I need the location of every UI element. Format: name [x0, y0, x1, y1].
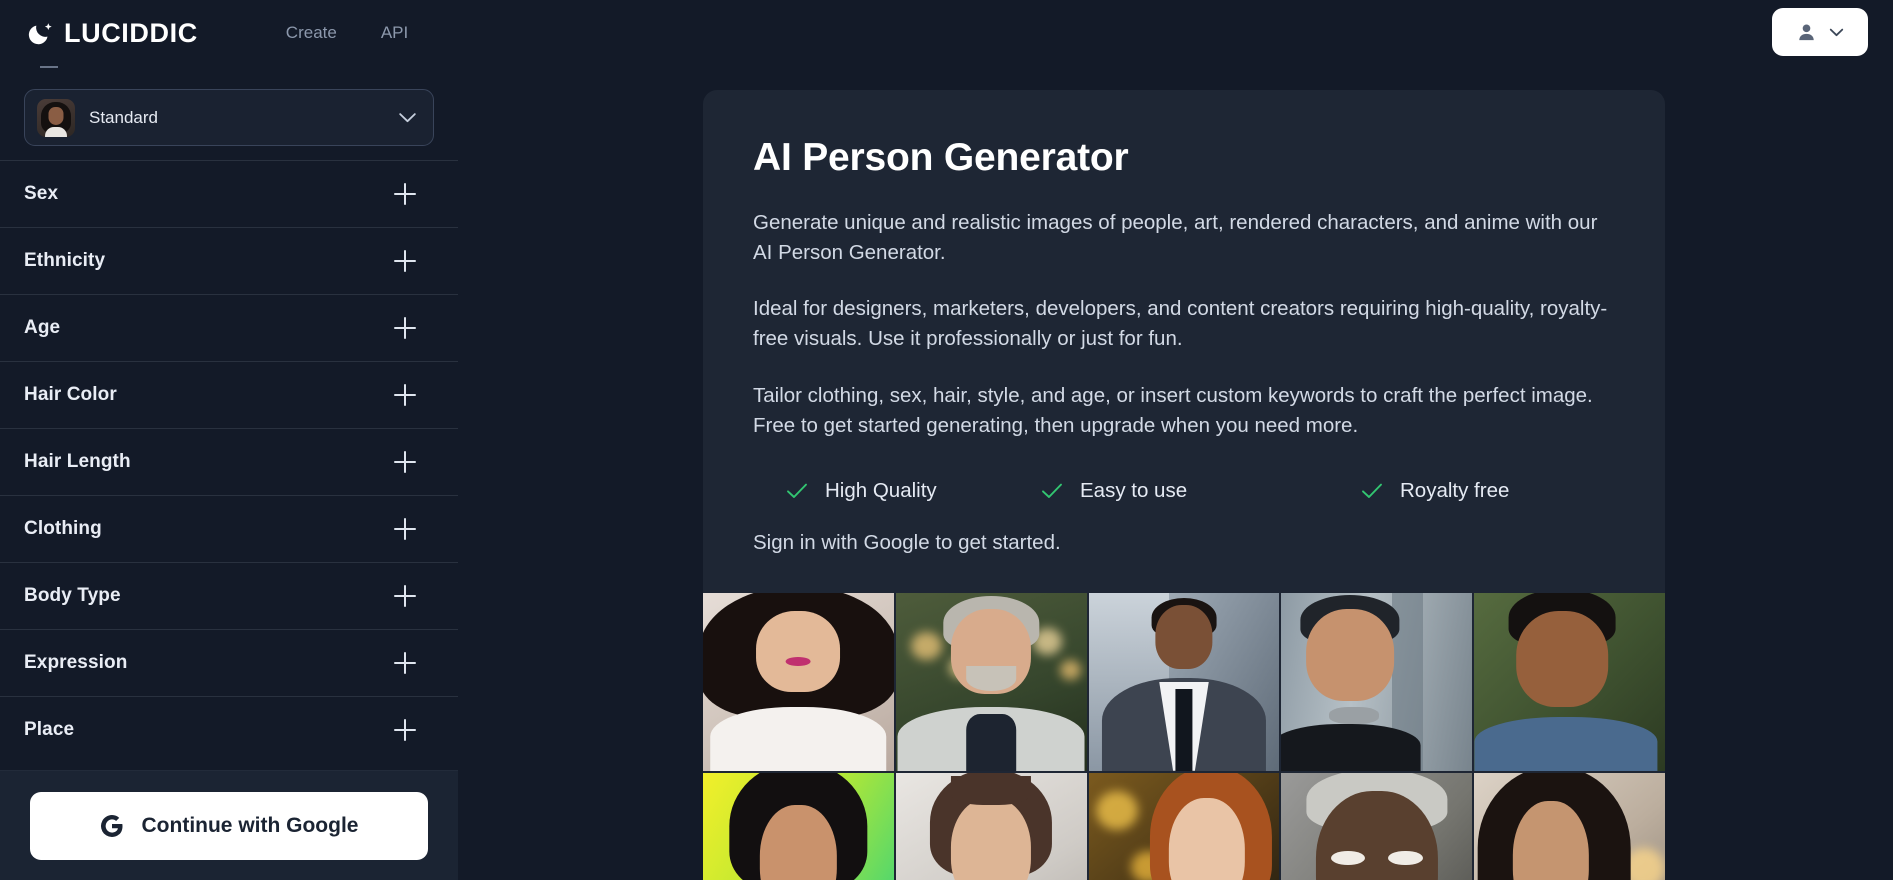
preset-label: Standard — [89, 107, 158, 127]
sidebar-item-age[interactable]: Age — [0, 294, 458, 361]
feature-label: High Quality — [825, 478, 937, 502]
plus-icon[interactable] — [394, 250, 416, 272]
sidebar-item-ethnicity[interactable]: Ethnicity — [0, 227, 458, 294]
plus-icon[interactable] — [394, 652, 416, 674]
signin-note: Sign in with Google to get started. — [753, 530, 1061, 554]
feature-label: Easy to use — [1080, 478, 1188, 502]
gallery-image[interactable] — [1088, 592, 1280, 771]
gallery-image[interactable] — [1474, 772, 1665, 880]
person-icon — [1798, 24, 1814, 40]
chevron-down-icon — [399, 113, 416, 123]
plus-icon[interactable] — [394, 585, 416, 607]
nav-link-create[interactable]: Create — [264, 15, 359, 51]
gallery-image[interactable] — [1281, 772, 1473, 880]
sidebar-item-body-type[interactable]: Body Type — [0, 562, 458, 629]
app-root: LUCIDDIC Create API Standard Sex Ethnici… — [0, 0, 1893, 880]
preset-selector[interactable]: Standard — [24, 89, 434, 146]
sidebar-item-label: Ethnicity — [24, 250, 106, 271]
gallery-image[interactable] — [703, 592, 894, 771]
check-icon — [787, 483, 807, 498]
check-icon — [1362, 483, 1382, 498]
sidebar-section-list: Sex Ethnicity Age Hair Color Hair Length — [0, 160, 458, 763]
sidebar-item-label: Body Type — [24, 585, 121, 606]
gallery-image[interactable] — [895, 592, 1087, 771]
feature-easy-to-use: Easy to use — [1041, 479, 1361, 503]
feature-high-quality: High Quality — [753, 479, 1041, 503]
feature-list: High Quality Easy to use Royalty free — [753, 479, 1615, 503]
sidebar-item-expression[interactable]: Expression — [0, 629, 458, 696]
main-content: AI Person Generator Generate unique and … — [458, 66, 1893, 880]
intro-paragraph-3: Tailor clothing, sex, hair, style, and a… — [753, 383, 1593, 437]
google-g-icon — [100, 814, 122, 837]
continue-with-google-label: Continue with Google — [141, 813, 359, 837]
sidebar-item-place[interactable]: Place — [0, 696, 458, 763]
feature-royalty-free: Royalty free — [1361, 479, 1509, 503]
plus-icon[interactable] — [394, 719, 416, 741]
sidebar-scroll-area: Standard Sex Ethnicity Age Hair Color Ha… — [0, 66, 458, 770]
sidebar-item-label: Hair Length — [24, 451, 131, 472]
sidebar-cutoff-marker — [40, 66, 58, 77]
sidebar-item-label: Place — [24, 719, 75, 740]
sidebar-item-clothing[interactable]: Clothing — [0, 495, 458, 562]
sidebar-footer: Continue with Google — [0, 770, 458, 880]
main-nav: Create API — [264, 15, 430, 51]
sidebar-item-label: Clothing — [24, 518, 102, 539]
top-header: LUCIDDIC Create API — [0, 0, 1893, 66]
sidebar-item-sex[interactable]: Sex — [0, 160, 458, 227]
check-icon — [1042, 483, 1062, 498]
plus-icon[interactable] — [394, 317, 416, 339]
preset-avatar-icon — [37, 98, 75, 137]
plus-icon[interactable] — [394, 518, 416, 540]
options-sidebar: Standard Sex Ethnicity Age Hair Color Ha… — [0, 66, 458, 880]
intro-paragraph-2: Ideal for designers, marketers, develope… — [753, 297, 1608, 351]
user-menu-button[interactable] — [1772, 8, 1868, 56]
brand-logo[interactable]: LUCIDDIC — [28, 17, 198, 48]
plus-icon[interactable] — [394, 451, 416, 473]
sample-image-gallery — [703, 592, 1665, 880]
sidebar-item-hair-length[interactable]: Hair Length — [0, 428, 458, 495]
sidebar-item-hair-color[interactable]: Hair Color — [0, 361, 458, 428]
page-title: AI Person Generator — [753, 136, 1129, 179]
sidebar-item-label: Expression — [24, 652, 128, 673]
sidebar-item-label: Sex — [24, 183, 59, 204]
gallery-image[interactable] — [703, 772, 894, 880]
chevron-down-icon — [1829, 28, 1843, 36]
crescent-moon-sparkle-icon — [28, 20, 55, 47]
plus-icon[interactable] — [394, 183, 416, 205]
plus-icon[interactable] — [394, 384, 416, 406]
gallery-image[interactable] — [1474, 592, 1665, 771]
gallery-image[interactable] — [1088, 772, 1280, 880]
feature-label: Royalty free — [1400, 478, 1510, 502]
brand-name: LUCIDDIC — [64, 17, 198, 48]
sidebar-item-label: Age — [24, 317, 61, 338]
continue-with-google-button[interactable]: Continue with Google — [30, 791, 428, 860]
intro-paragraph-1: Generate unique and realistic images of … — [753, 211, 1598, 265]
gallery-image[interactable] — [1281, 592, 1473, 771]
gallery-image[interactable] — [895, 772, 1087, 880]
sidebar-item-label: Hair Color — [24, 384, 117, 405]
nav-link-api[interactable]: API — [359, 15, 430, 51]
generator-info-card: AI Person Generator Generate unique and … — [703, 90, 1665, 880]
